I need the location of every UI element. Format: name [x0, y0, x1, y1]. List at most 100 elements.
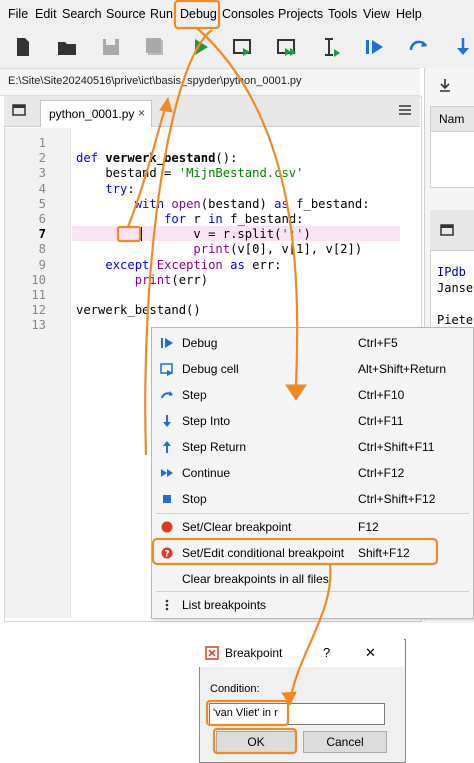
new-file-icon[interactable] — [12, 36, 34, 58]
line-number[interactable]: 11 — [6, 288, 46, 302]
menu-item-step-into[interactable]: Step Into Ctrl+F11 — [152, 408, 473, 434]
line-number[interactable]: 4 — [6, 182, 46, 196]
menu-item-continue[interactable]: Continue Ctrl+F12 — [152, 460, 473, 486]
menu-item-label: Set/Clear breakpoint — [182, 520, 292, 534]
condition-value: 'van Vliet' in r — [213, 707, 278, 719]
menu-item-shortcut: Ctrl+Shift+F12 — [358, 492, 436, 506]
step-icon — [161, 391, 173, 399]
menu-item-label: List breakpoints — [182, 598, 267, 612]
line-number[interactable]: 13 — [6, 318, 46, 332]
menu-item-step[interactable]: Step Ctrl+F10 — [152, 382, 473, 408]
tab-close-icon[interactable]: × — [138, 106, 145, 120]
line-number[interactable]: 12 — [6, 303, 46, 317]
run-selection-icon[interactable] — [320, 36, 342, 58]
menu-item-debug[interactable]: Debug Ctrl+F5 — [152, 330, 473, 356]
save-all-icon[interactable] — [144, 36, 166, 58]
menu-tools[interactable]: Tools — [328, 0, 357, 28]
step-icon[interactable] — [408, 36, 430, 58]
menu-view[interactable]: View — [363, 0, 390, 28]
debug-cell-icon — [160, 363, 173, 376]
code-line: v = r.split(';') — [76, 227, 311, 242]
menu-item-shortcut: F12 — [358, 520, 379, 534]
dialog-title-bar: Breakpoint ? ✕ — [199, 639, 404, 667]
svg-text:?: ? — [164, 550, 169, 560]
open-folder-icon[interactable] — [56, 36, 78, 58]
dialog-close-icon[interactable]: ✕ — [365, 645, 376, 661]
code-line: print(err) — [134, 272, 209, 287]
line-number[interactable]: 3 — [6, 166, 46, 180]
menu-item-step-return[interactable]: Step Return Ctrl+Shift+F11 — [152, 434, 473, 460]
menu-consoles[interactable]: Consoles — [222, 0, 274, 28]
condition-input[interactable]: 'van Vliet' in r — [209, 703, 385, 725]
column-name-header[interactable]: Nam — [439, 112, 464, 126]
run-cell-advance-icon[interactable] — [276, 36, 298, 58]
menu-item-debug-cell[interactable]: Debug cell Alt+Shift+Return — [152, 356, 473, 382]
menu-item-label: Stop — [182, 492, 207, 506]
menu-help[interactable]: Help — [396, 0, 422, 28]
tab-label: python_0001.py — [49, 107, 135, 121]
browse-tabs-icon[interactable] — [12, 104, 26, 116]
menu-search[interactable]: Search — [62, 0, 102, 28]
console-line: Piete — [437, 313, 474, 327]
menu-item-shortcut: Ctrl+F5 — [358, 336, 398, 350]
menu-item-shortcut: Alt+Shift+Return — [358, 362, 447, 376]
dialog-help-icon[interactable]: ? — [323, 645, 330, 660]
console-tab-bar — [430, 210, 474, 250]
code-line: verwerk_bestand() — [76, 303, 201, 318]
menu-item-shortcut: Ctrl+F10 — [358, 388, 405, 402]
line-number[interactable]: 7 — [6, 227, 46, 241]
run-cell-icon[interactable] — [232, 36, 254, 58]
menu-item-clear-all-breakpoints[interactable]: Clear breakpoints in all files — [152, 566, 473, 592]
run-icon[interactable] — [190, 36, 212, 58]
menu-projects[interactable]: Projects — [278, 0, 323, 28]
code-line: def verwerk_bestand(): — [76, 151, 238, 166]
code-line: except Exception as err: — [105, 257, 282, 272]
menu-item-shortcut: Ctrl+Shift+F11 — [358, 440, 435, 454]
code-line: for r in f_bestand: — [164, 212, 304, 226]
menu-item-label: Step Return — [182, 440, 247, 454]
console-line: Janse — [437, 281, 474, 295]
save-icon[interactable] — [100, 36, 122, 58]
menu-source[interactable]: Source — [106, 0, 146, 28]
code-line: with open(bestand) as f_bestand: — [134, 196, 370, 211]
stop-icon — [163, 495, 171, 503]
code-line: try: — [105, 181, 135, 196]
debug-menu: Debug Ctrl+F5 Debug cell Alt+Shift+Retur… — [151, 327, 474, 619]
tab-python-0001[interactable]: python_0001.py × — [40, 100, 152, 127]
line-number[interactable]: 5 — [6, 197, 46, 211]
options-menu-icon[interactable] — [398, 104, 412, 116]
line-number[interactable]: 2 — [6, 151, 46, 165]
download-icon[interactable] — [439, 78, 451, 92]
menu-item-label: Set/Edit conditional breakpoint — [182, 546, 345, 560]
menu-run[interactable]: Run — [150, 0, 173, 28]
menu-item-conditional-breakpoint[interactable]: ? Set/Edit conditional breakpoint Shift+… — [152, 540, 473, 566]
debug-icon — [161, 338, 173, 348]
menu-item-stop[interactable]: Stop Ctrl+Shift+F12 — [152, 486, 473, 512]
console-browse-tabs-icon[interactable] — [440, 224, 454, 236]
continue-icon — [161, 469, 173, 477]
menu-edit[interactable]: Edit — [35, 0, 57, 28]
menu-item-label: Debug — [182, 336, 218, 350]
menu-item-shortcut: Shift+F12 — [358, 546, 410, 560]
menu-bar: File Edit Search Source Run Debug Consol… — [0, 0, 474, 28]
toolbar — [0, 28, 474, 68]
step-into-icon[interactable] — [452, 36, 474, 58]
menu-item-shortcut: Ctrl+F11 — [358, 414, 404, 428]
menu-debug[interactable]: Debug — [180, 0, 217, 28]
list-icon — [165, 599, 169, 611]
file-path-bar: E:\Site\Site20240516\prive\ict\basis_spy… — [0, 68, 420, 96]
line-number[interactable]: 8 — [6, 242, 46, 256]
menu-item-set-clear-breakpoint[interactable]: Set/Clear breakpoint F12 — [152, 514, 473, 540]
step-return-icon — [163, 441, 171, 453]
menu-file[interactable]: File — [8, 0, 28, 28]
line-number[interactable]: 1 — [6, 136, 46, 150]
line-number[interactable]: 10 — [6, 273, 46, 287]
debug-icon[interactable] — [364, 36, 386, 58]
menu-item-list-breakpoints[interactable]: List breakpoints — [152, 592, 473, 618]
line-number[interactable]: 6 — [6, 212, 46, 226]
line-number[interactable]: 9 — [6, 258, 46, 272]
ok-button[interactable]: OK — [216, 731, 296, 753]
menu-item-label: Clear breakpoints in all files — [182, 572, 329, 586]
cancel-button[interactable]: Cancel — [303, 731, 387, 753]
breakpoint-icon — [161, 521, 173, 533]
